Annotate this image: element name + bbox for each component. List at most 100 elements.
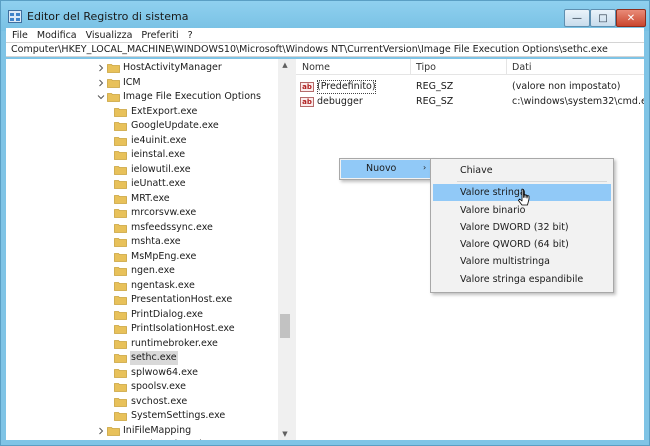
- submenu-item-key[interactable]: Chiave: [433, 162, 611, 179]
- folder-icon: [114, 238, 127, 247]
- tree-item-label: ExtExport.exe: [131, 105, 198, 117]
- menu-help[interactable]: ?: [188, 30, 193, 41]
- tree-item-label: svchost.exe: [131, 395, 188, 407]
- menu-item-new-label: Nuovo: [366, 163, 397, 174]
- submenu-item-label: Valore DWORD (32 bit): [460, 222, 569, 233]
- folder-icon: [114, 310, 127, 320]
- list-header: Nome Tipo Dati: [296, 59, 644, 75]
- tree-item-label: mrcorsvw.exe: [131, 207, 197, 218]
- tree-scrollbar[interactable]: ▲ ▼: [278, 59, 292, 440]
- column-divider[interactable]: [410, 59, 411, 75]
- value-data: (valore non impostato): [512, 81, 621, 92]
- window-title: Editor del Registro di sistema: [27, 10, 189, 23]
- value-type: REG_SZ: [416, 81, 454, 92]
- folder-icon: [114, 107, 127, 117]
- scroll-down-arrow-icon[interactable]: ▼: [278, 428, 292, 440]
- folder-icon: [114, 354, 127, 363]
- tree-item-label: ieUnatt.exe: [131, 178, 186, 189]
- folder-icon: [114, 194, 127, 204]
- submenu-item-label: Valore stringa: [460, 187, 526, 198]
- menu-item-new[interactable]: Nuovo ›: [341, 160, 432, 178]
- submenu-item-label: Valore binario: [460, 205, 526, 216]
- folder-icon: [114, 325, 127, 334]
- submenu-item-label: Valore QWORD (64 bit): [460, 239, 569, 250]
- close-icon: ✕: [626, 12, 636, 24]
- folder-icon: [114, 252, 127, 262]
- tree-item-label: ieinstal.exe: [131, 149, 186, 160]
- mouse-pointer-icon: [518, 188, 530, 206]
- folder-icon: [114, 368, 127, 378]
- menu-edit[interactable]: Modifica: [37, 30, 77, 41]
- submenu-item-label: Chiave: [460, 165, 493, 176]
- column-header-data[interactable]: Dati: [512, 62, 532, 73]
- submenu-arrow-icon: ›: [423, 163, 427, 172]
- menu-view[interactable]: Visualizza: [86, 30, 133, 41]
- tree-item-label: sethc.exe: [130, 351, 178, 365]
- key-tree[interactable]: HostActivityManager ICM Image File Executi…: [6, 59, 292, 440]
- menu-bar: File Modifica Visualizza Preferiti ?: [6, 28, 644, 42]
- minimize-button[interactable]: —: [564, 9, 590, 27]
- close-button[interactable]: ✕: [616, 9, 646, 27]
- context-menu: Nuovo ›: [339, 158, 434, 180]
- submenu-item-expandable-string-value[interactable]: Valore stringa espandibile: [433, 271, 611, 288]
- folder-icon: [114, 339, 127, 349]
- tree-item-label: HostActivityManager: [123, 62, 222, 73]
- string-value-icon: ab: [300, 82, 314, 92]
- folder-icon: [114, 136, 127, 146]
- registry-editor-window: Editor del Registro di sistema — □ ✕ Fil…: [0, 0, 650, 446]
- tree-item-label: MsMpEng.exe: [131, 250, 197, 262]
- tree-item-label: PrintIsolationHost.exe: [131, 323, 235, 334]
- address-bar[interactable]: Computer\HKEY_LOCAL_MACHINE\WINDOWS10\Mi…: [6, 42, 644, 57]
- tree-item-label: splwow64.exe: [131, 366, 198, 378]
- tree-item-label: ngen.exe: [131, 265, 175, 276]
- folder-icon: [114, 209, 127, 218]
- tree-item-label: MRT.exe: [131, 192, 170, 204]
- folder-icon: [107, 93, 120, 102]
- column-divider[interactable]: [506, 59, 507, 75]
- tree-item-label: PresentationHost.exe: [131, 294, 233, 305]
- submenu-item-label: Valore stringa espandibile: [460, 274, 584, 285]
- tree-item-label: ielowutil.exe: [131, 163, 191, 175]
- tree-item-label: msfeedssync.exe: [131, 221, 213, 233]
- folder-icon: [114, 223, 127, 233]
- value-data: c:\windows\system32\cmd.exe: [512, 96, 644, 107]
- folder-icon: [114, 397, 127, 407]
- tree-item-label: GoogleUpdate.exe: [131, 120, 219, 131]
- value-row[interactable]: ab (Predefinito) REG_SZ (valore non impo…: [296, 80, 644, 94]
- chevron-right-icon[interactable]: [97, 79, 105, 87]
- folder-icon: [114, 122, 127, 131]
- column-header-type[interactable]: Tipo: [416, 62, 436, 73]
- column-header-name[interactable]: Nome: [302, 62, 330, 73]
- new-submenu: Chiave Valore stringa Valore binario Val…: [430, 158, 614, 293]
- folder-icon: [114, 151, 127, 160]
- chevron-right-icon[interactable]: [97, 64, 105, 72]
- folder-icon: [107, 64, 120, 73]
- maximize-button[interactable]: □: [590, 9, 616, 27]
- string-value-icon: ab: [300, 97, 314, 107]
- folder-icon: [114, 383, 127, 392]
- title-bar[interactable]: Editor del Registro di sistema — □ ✕: [1, 1, 649, 31]
- tree-item-label: PrintDialog.exe: [131, 308, 203, 320]
- folder-icon: [114, 412, 127, 421]
- submenu-item-qword-value[interactable]: Valore QWORD (64 bit): [433, 236, 611, 253]
- value-name: debugger: [317, 96, 363, 107]
- tree-item-label: mshta.exe: [131, 236, 181, 247]
- scroll-thumb[interactable]: [280, 314, 290, 338]
- minimize-icon: —: [572, 12, 582, 24]
- submenu-item-multistring-value[interactable]: Valore multistringa: [433, 253, 611, 270]
- folder-icon: [114, 267, 127, 276]
- menu-separator: [457, 181, 607, 182]
- tree-item-label: ie4uinit.exe: [131, 134, 187, 146]
- scroll-up-arrow-icon[interactable]: ▲: [278, 59, 292, 71]
- submenu-item-dword-value[interactable]: Valore DWORD (32 bit): [433, 219, 611, 236]
- menu-favorites[interactable]: Preferiti: [141, 30, 178, 41]
- value-row[interactable]: ab debugger REG_SZ c:\windows\system32\c…: [296, 95, 644, 109]
- chevron-right-icon[interactable]: [97, 427, 105, 435]
- folder-icon: [107, 78, 120, 88]
- menu-file[interactable]: File: [12, 30, 28, 41]
- tree-item-label: runtimebroker.exe: [131, 337, 218, 349]
- folder-icon: [114, 281, 127, 291]
- tree-item-label: ICM: [123, 76, 141, 88]
- tree-item-label: spoolsv.exe: [131, 381, 186, 392]
- chevron-down-icon[interactable]: [97, 93, 105, 101]
